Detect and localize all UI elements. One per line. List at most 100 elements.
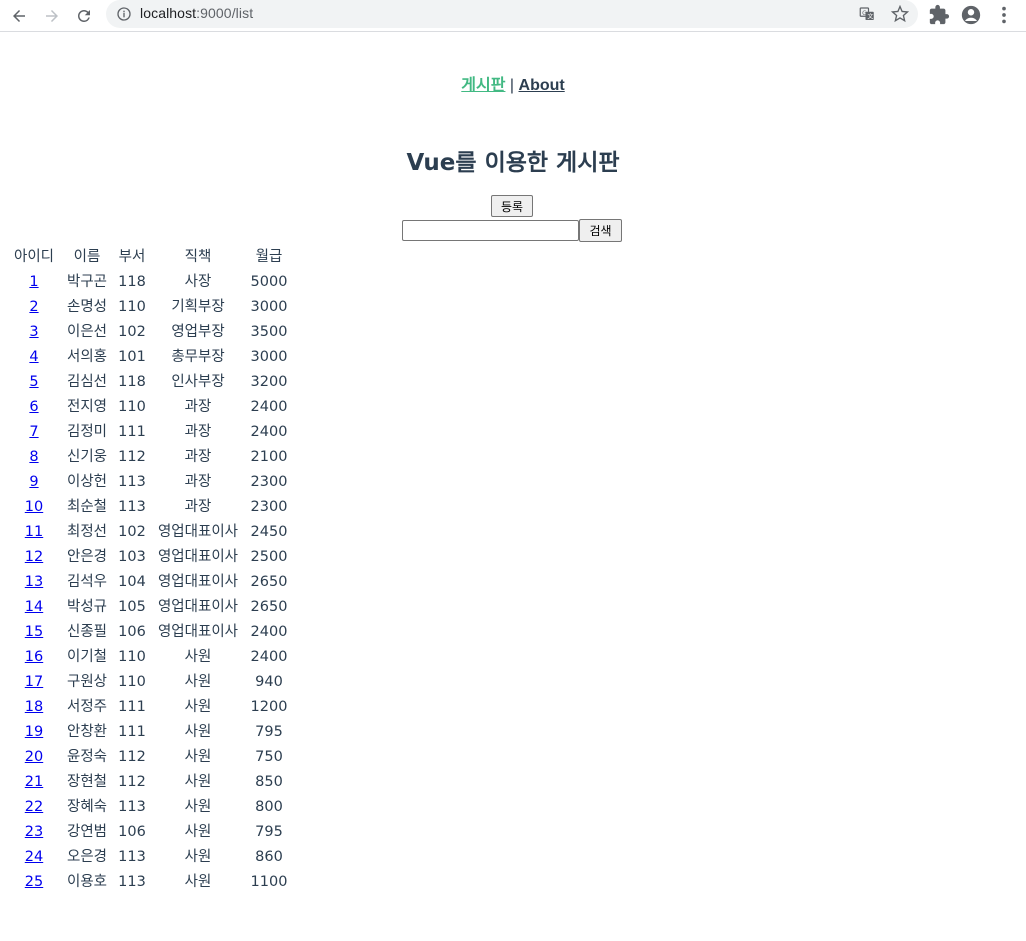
- cell-salary: 3000: [250, 299, 288, 315]
- row-id-link[interactable]: 6: [29, 399, 38, 415]
- cell-name: 최순철: [66, 499, 108, 515]
- table-row: 2 손명성 110 기획부장 3000: [9, 296, 291, 319]
- row-id-link[interactable]: 22: [25, 799, 43, 815]
- cell-position: 과장: [184, 399, 212, 415]
- cell-dept: 113: [118, 874, 146, 890]
- bookmark-star-icon[interactable]: [891, 5, 909, 23]
- table-row: 24 오은경 113 사원 860: [9, 846, 291, 869]
- row-id-link[interactable]: 17: [25, 674, 43, 690]
- cell-dept: 118: [118, 274, 146, 290]
- cell-position: 사원: [184, 699, 212, 715]
- row-id-link[interactable]: 4: [29, 349, 38, 365]
- cell-dept: 102: [118, 524, 146, 540]
- row-id-link[interactable]: 8: [29, 449, 38, 465]
- cell-dept: 104: [118, 574, 146, 590]
- cell-id: 11: [9, 521, 59, 544]
- table-row: 3 이은선 102 영업부장 3500: [9, 321, 291, 344]
- menu-kebab-icon[interactable]: [993, 4, 1015, 26]
- row-id-link[interactable]: 5: [29, 374, 38, 390]
- row-id-link[interactable]: 16: [25, 649, 43, 665]
- cell-salary: 1200: [250, 699, 288, 715]
- row-id-link[interactable]: 10: [25, 499, 43, 515]
- row-id-link[interactable]: 20: [25, 749, 43, 765]
- translate-icon[interactable]: G文: [858, 5, 876, 23]
- row-id-link[interactable]: 12: [25, 549, 43, 565]
- site-info-icon[interactable]: [116, 6, 132, 22]
- register-button[interactable]: 등록: [491, 195, 533, 217]
- row-id-link[interactable]: 15: [25, 624, 43, 640]
- row-id-link[interactable]: 13: [25, 574, 43, 590]
- cell-id: 16: [9, 646, 59, 669]
- row-id-link[interactable]: 25: [25, 874, 43, 890]
- cell-id: 19: [9, 721, 59, 744]
- table-row: 21 장현철 112 사원 850: [9, 771, 291, 794]
- cell-salary: 2400: [250, 399, 288, 415]
- forward-icon[interactable]: [40, 4, 64, 28]
- cell-name: 오은경: [66, 849, 108, 865]
- nav-link-board[interactable]: 게시판: [461, 77, 505, 94]
- cell-dept: 111: [118, 424, 146, 440]
- url-host: localhost: [140, 5, 197, 21]
- cell-id: 15: [9, 621, 59, 644]
- cell-salary: 2300: [250, 499, 288, 515]
- address-bar[interactable]: localhost:9000/list G文: [106, 0, 918, 28]
- table-row: 25 이용호 113 사원 1100: [9, 871, 291, 894]
- cell-salary: 5000: [250, 274, 288, 290]
- row-id-link[interactable]: 14: [25, 599, 43, 615]
- cell-id: 20: [9, 746, 59, 769]
- cell-name: 이용호: [66, 874, 108, 890]
- nav-separator: |: [509, 77, 515, 94]
- table-row: 18 서정주 111 사원 1200: [9, 696, 291, 719]
- row-id-link[interactable]: 19: [25, 724, 43, 740]
- back-icon[interactable]: [7, 4, 31, 28]
- table-row: 20 윤정숙 112 사원 750: [9, 746, 291, 769]
- cell-name: 장현철: [66, 774, 108, 790]
- cell-name: 강연범: [66, 824, 108, 840]
- cell-position: 사원: [184, 749, 212, 765]
- cell-salary: 3000: [250, 349, 288, 365]
- table-row: 15 신종필 106 영업대표이사 2400: [9, 621, 291, 644]
- row-id-link[interactable]: 3: [29, 324, 38, 340]
- cell-dept: 112: [118, 774, 146, 790]
- cell-name: 박성규: [66, 599, 108, 615]
- search-input[interactable]: [402, 220, 579, 241]
- cell-name: 서정주: [66, 699, 108, 715]
- reload-icon[interactable]: [72, 4, 96, 28]
- table-row: 12 안은경 103 영업대표이사 2500: [9, 546, 291, 569]
- cell-position: 사원: [184, 674, 212, 690]
- cell-salary: 2400: [250, 649, 288, 665]
- row-id-link[interactable]: 11: [25, 524, 43, 540]
- svg-text:文: 文: [867, 13, 873, 21]
- row-id-link[interactable]: 2: [29, 299, 38, 315]
- search-button[interactable]: 검색: [579, 219, 622, 242]
- extensions-icon[interactable]: [928, 4, 950, 26]
- cell-salary: 800: [255, 799, 283, 815]
- browser-toolbar: localhost:9000/list G文: [0, 0, 1026, 32]
- table-row: 9 이상헌 113 과장 2300: [9, 471, 291, 494]
- cell-salary: 2400: [250, 424, 288, 440]
- cell-position: 사장: [184, 274, 212, 290]
- row-id-link[interactable]: 23: [25, 824, 43, 840]
- cell-position: 영업대표이사: [157, 549, 239, 565]
- cell-position: 사원: [184, 799, 212, 815]
- cell-dept: 110: [118, 649, 146, 665]
- row-id-link[interactable]: 18: [25, 699, 43, 715]
- cell-name: 박구곤: [66, 274, 108, 290]
- url-text: localhost:9000/list: [140, 5, 253, 21]
- cell-salary: 2500: [250, 549, 288, 565]
- row-id-link[interactable]: 9: [29, 474, 38, 490]
- table-row: 23 강연범 106 사원 795: [9, 821, 291, 844]
- profile-avatar-icon[interactable]: [960, 4, 982, 26]
- row-id-link[interactable]: 1: [29, 274, 38, 290]
- nav-link-about[interactable]: About: [519, 77, 565, 94]
- row-id-link[interactable]: 21: [25, 774, 43, 790]
- row-id-link[interactable]: 7: [29, 424, 38, 440]
- cell-salary: 2100: [250, 449, 288, 465]
- header-salary: 월급: [255, 249, 283, 265]
- cell-name: 손명성: [66, 299, 108, 315]
- row-id-link[interactable]: 24: [25, 849, 43, 865]
- cell-dept: 112: [118, 449, 146, 465]
- cell-name: 안창환: [66, 724, 108, 740]
- cell-name: 윤정숙: [66, 749, 108, 765]
- cell-id: 13: [9, 571, 59, 594]
